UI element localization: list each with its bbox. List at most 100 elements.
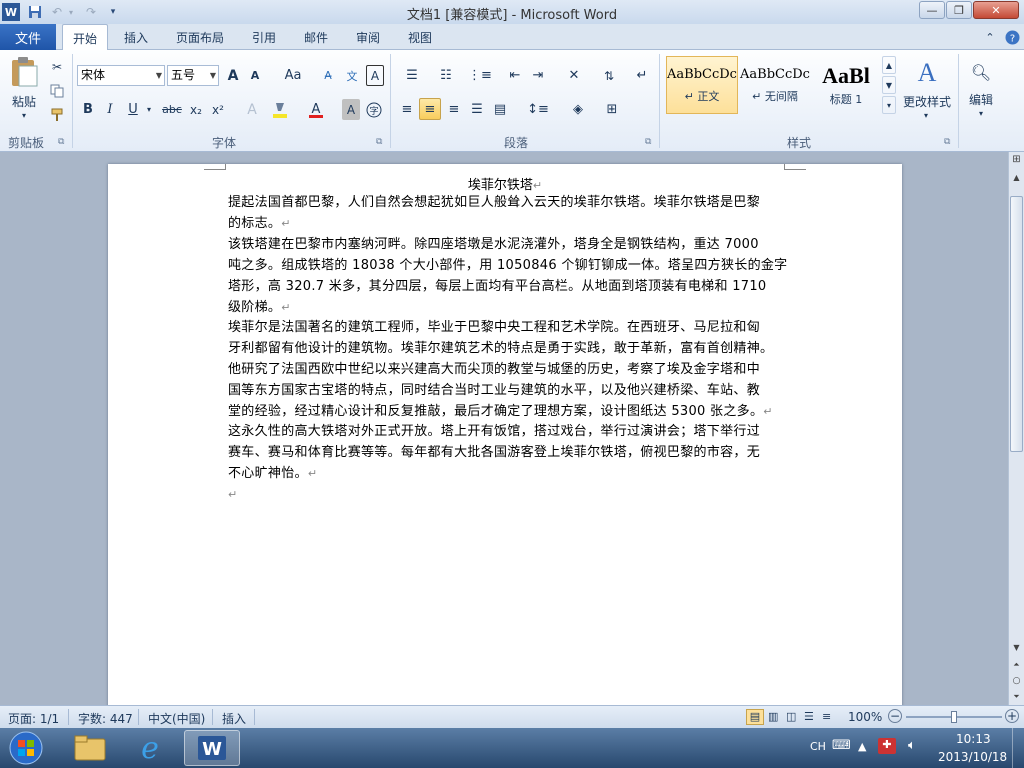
borders-icon[interactable]: ⊞ — [598, 99, 626, 120]
style-no-spacing[interactable]: AaBbCcDc ↵ 无间隔 — [740, 56, 810, 114]
styles-more-icon[interactable]: ▾ — [882, 96, 896, 114]
tab-home[interactable]: 开始 — [62, 24, 108, 51]
minimize-ribbon-icon[interactable]: ⌃ — [980, 24, 1000, 50]
text-effects-icon[interactable]: A — [242, 99, 262, 120]
browse-object-icon[interactable]: ○ — [1009, 674, 1024, 688]
numbering-icon[interactable]: ☷ — [432, 65, 460, 86]
align-center-icon[interactable]: ≡ — [419, 98, 441, 120]
keyboard-icon[interactable]: ⌨ — [832, 738, 851, 753]
underline-button[interactable]: U — [124, 99, 142, 120]
minimize-button[interactable]: — — [919, 1, 945, 19]
previous-page-icon[interactable]: ⏶ — [1009, 658, 1024, 672]
scroll-thumb[interactable] — [1010, 196, 1023, 452]
highlight-icon[interactable] — [270, 99, 290, 120]
tab-page-layout[interactable]: 页面布局 — [166, 24, 234, 50]
font-color-icon[interactable]: A — [306, 99, 326, 120]
show-marks-icon[interactable]: ↵ — [632, 65, 652, 86]
find-icon[interactable]: 🔍︎ — [966, 58, 996, 86]
grow-font-button[interactable]: A — [224, 65, 242, 86]
help-icon[interactable]: ? — [1002, 24, 1022, 50]
align-right-icon[interactable]: ≡ — [444, 99, 464, 120]
bullets-icon[interactable]: ☰ — [398, 65, 426, 86]
sort-icon[interactable]: ⇅ — [598, 65, 620, 86]
print-layout-icon[interactable]: ▤ — [746, 709, 764, 725]
styles-scroll-up-icon[interactable]: ▲ — [882, 56, 896, 74]
tab-file[interactable]: 文件 — [0, 24, 56, 50]
zoom-slider-thumb[interactable] — [951, 711, 957, 723]
character-border-icon[interactable]: A — [366, 65, 384, 86]
styles-launcher-icon[interactable]: ⧉ — [944, 137, 950, 147]
draft-icon[interactable]: ≡ — [822, 710, 831, 723]
scroll-up-icon[interactable]: ▲ — [1009, 170, 1024, 184]
clock-date[interactable]: 2013/10/18 — [938, 750, 1007, 764]
chinese-layout-icon[interactable]: ✕ — [560, 65, 588, 86]
word-count[interactable]: 字数: 447 — [78, 710, 133, 727]
volume-icon[interactable]: 🔈︎ — [908, 738, 916, 753]
increase-indent-icon[interactable]: ⇥ — [528, 65, 548, 86]
multilevel-list-icon[interactable]: ⋮≡ — [466, 65, 494, 86]
full-screen-reading-icon[interactable]: ▥ — [768, 710, 778, 723]
style-normal[interactable]: AaBbCcDc ↵ 正文 — [666, 56, 738, 114]
zoom-level[interactable]: 100% — [848, 710, 882, 724]
superscript-button[interactable]: x² — [208, 99, 228, 120]
shading-icon[interactable]: ◈ — [564, 99, 592, 120]
decrease-indent-icon[interactable]: ⇤ — [505, 65, 525, 86]
enclose-characters-icon[interactable]: 字 — [364, 99, 384, 120]
font-size-combo[interactable]: 五号 ▼ — [167, 65, 219, 86]
outline-icon[interactable]: ☰ — [804, 710, 814, 723]
font-name-combo[interactable]: 宋体 ▼ — [77, 65, 165, 86]
format-painter-icon[interactable] — [48, 106, 66, 124]
show-hidden-icons-icon[interactable]: ▲ — [858, 740, 866, 753]
editing-button[interactable]: 编辑 — [962, 90, 1000, 108]
clock-time[interactable]: 10:13 — [956, 732, 991, 746]
change-styles-icon[interactable]: A — [906, 56, 948, 90]
word-taskbar-icon[interactable]: W — [184, 730, 240, 766]
tab-insert[interactable]: 插入 — [114, 24, 158, 50]
styles-scroll-down-icon[interactable]: ▼ — [882, 76, 896, 94]
close-button[interactable]: ✕ — [973, 1, 1019, 19]
next-page-icon[interactable]: ⏷ — [1009, 690, 1024, 704]
vertical-scrollbar[interactable]: ⊞ ▲ ▼ ⏶ ○ ⏷ — [1008, 152, 1024, 705]
internet-explorer-icon[interactable]: e — [124, 730, 176, 766]
bold-button[interactable]: B — [79, 99, 97, 120]
paste-icon[interactable] — [6, 54, 42, 90]
clear-formatting-icon[interactable]: A̶ — [318, 65, 338, 86]
strikethrough-button[interactable]: abc — [160, 99, 184, 120]
font-launcher-icon[interactable]: ⧉ — [376, 137, 382, 147]
shrink-font-button[interactable]: A — [246, 65, 264, 86]
maximize-button[interactable]: ❐ — [946, 1, 972, 19]
change-case-button[interactable]: Aa — [278, 65, 308, 86]
paste-dropdown-icon[interactable]: ▾ — [18, 110, 30, 120]
paste-button[interactable]: 粘贴 — [6, 92, 42, 110]
show-desktop-button[interactable] — [1012, 728, 1024, 768]
change-styles-dropdown-icon[interactable]: ▾ — [920, 110, 932, 120]
justify-icon[interactable]: ☰ — [467, 99, 487, 120]
input-method-indicator[interactable]: CH — [810, 740, 826, 753]
cut-icon[interactable]: ✂ — [48, 58, 66, 76]
tab-references[interactable]: 引用 — [242, 24, 286, 50]
scroll-down-icon[interactable]: ▼ — [1009, 640, 1024, 654]
style-heading-1[interactable]: AaBl 标题 1 — [812, 56, 880, 114]
insert-mode-indicator[interactable]: 插入 — [222, 710, 246, 727]
page-count[interactable]: 页面: 1/1 — [8, 710, 59, 727]
underline-dropdown-icon[interactable]: ▾ — [144, 99, 154, 120]
start-button[interactable] — [2, 730, 50, 766]
line-spacing-icon[interactable]: ↕≡ — [524, 99, 552, 120]
web-layout-icon[interactable]: ◫ — [786, 710, 796, 723]
document-page[interactable]: 埃菲尔铁塔↵ 提起法国首都巴黎，人们自然会想起犹如巨人般耸入云天的埃菲尔铁塔。埃… — [108, 164, 902, 709]
subscript-button[interactable]: x₂ — [186, 99, 206, 120]
action-center-icon[interactable]: ✚ — [878, 738, 896, 754]
tab-mailings[interactable]: 邮件 — [294, 24, 338, 50]
zoom-out-button[interactable]: − — [888, 709, 902, 723]
paragraph-launcher-icon[interactable]: ⧉ — [645, 137, 651, 147]
character-shading-icon[interactable]: A — [342, 99, 360, 120]
distributed-icon[interactable]: ▤ — [490, 99, 510, 120]
tab-review[interactable]: 审阅 — [346, 24, 390, 50]
align-left-icon[interactable]: ≡ — [397, 99, 417, 120]
zoom-in-button[interactable]: + — [1005, 709, 1019, 723]
file-explorer-icon[interactable] — [64, 730, 116, 766]
ruler-toggle-icon[interactable]: ⊞ — [1009, 152, 1024, 166]
copy-icon[interactable] — [48, 82, 66, 100]
italic-button[interactable]: I — [101, 99, 119, 120]
language-indicator[interactable]: 中文(中国) — [148, 710, 205, 727]
